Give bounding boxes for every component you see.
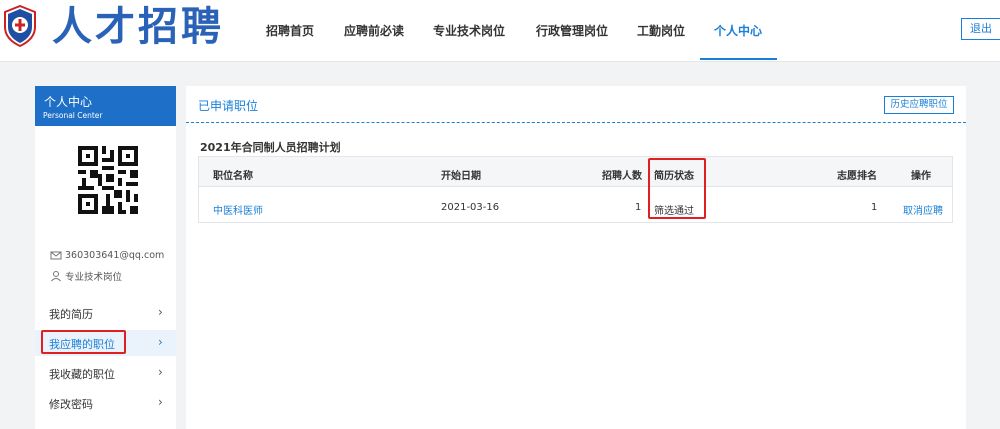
user-icon <box>51 271 61 282</box>
title-divider <box>186 122 966 123</box>
nav-professional[interactable]: 专业技术岗位 <box>433 22 505 39</box>
recruit-count: 1 <box>635 202 642 213</box>
highlight-box-menu <box>41 330 126 354</box>
applied-positions-table: 职位名称 开始日期 招聘人数 简历状态 志愿排名 操作 中医科医师 2021-0… <box>198 156 953 223</box>
qr-code-icon <box>78 146 138 214</box>
position-link[interactable]: 中医科医师 <box>213 202 263 217</box>
col-count: 招聘人数 <box>602 171 642 182</box>
user-email: 360303641@qq.com <box>65 249 165 261</box>
nav-service[interactable]: 工勤岗位 <box>637 22 685 39</box>
chevron-right-icon: › <box>158 335 163 349</box>
col-rank: 志愿排名 <box>837 171 877 182</box>
nav-active-indicator <box>700 58 777 60</box>
menu-favorite-positions[interactable]: 我收藏的职位 › <box>35 360 176 386</box>
col-action: 操作 <box>911 171 931 182</box>
user-position-type: 专业技术岗位 <box>65 272 123 283</box>
start-date: 2021-03-16 <box>441 202 500 213</box>
hospital-logo-icon <box>4 5 36 47</box>
logout-button[interactable]: 退出 <box>961 18 1000 40</box>
brand-title: 人才招聘 <box>52 4 224 50</box>
highlight-box-status <box>648 158 706 219</box>
nav-must-read[interactable]: 应聘前必读 <box>344 22 404 39</box>
plan-title: 2021年合同制人员招聘计划 <box>200 141 341 154</box>
top-header: 人才招聘 招聘首页 应聘前必读 专业技术岗位 行政管理岗位 工勤岗位 个人中心 … <box>0 0 1000 62</box>
preference-rank: 1 <box>871 202 878 213</box>
menu-label: 我收藏的职位 <box>49 368 115 381</box>
chevron-right-icon: › <box>158 365 163 379</box>
sidebar-header: 个人中心 Personal Center <box>35 86 176 126</box>
chevron-right-icon: › <box>158 395 163 409</box>
menu-label: 我的简历 <box>49 308 93 321</box>
email-line: 360303641@qq.com <box>50 249 164 261</box>
history-applications-button[interactable]: 历史应聘职位 <box>884 96 954 114</box>
table-header: 职位名称 开始日期 招聘人数 简历状态 志愿排名 操作 <box>199 157 952 187</box>
cancel-application-link[interactable]: 取消应聘 <box>903 202 943 217</box>
nav-home[interactable]: 招聘首页 <box>266 22 314 39</box>
menu-change-password[interactable]: 修改密码 › <box>35 390 176 416</box>
menu-label: 修改密码 <box>49 398 93 411</box>
position-type-line: 专业技术岗位 <box>50 269 122 283</box>
sidebar-title: 个人中心 <box>44 95 93 109</box>
nav-personal-center[interactable]: 个人中心 <box>714 22 762 39</box>
sidebar: 个人中心 Personal Center 360303641@qq.com 专业… <box>35 86 176 429</box>
main-panel: 已申请职位 历史应聘职位 2021年合同制人员招聘计划 职位名称 开始日期 招聘… <box>186 86 966 429</box>
col-start-date: 开始日期 <box>441 171 481 182</box>
chevron-right-icon: › <box>158 305 163 319</box>
col-position: 职位名称 <box>213 171 253 182</box>
page-title: 已申请职位 <box>198 99 259 113</box>
menu-my-resume[interactable]: 我的简历 › <box>35 300 176 326</box>
mail-icon <box>50 251 62 260</box>
sidebar-subtitle: Personal Center <box>43 111 103 120</box>
nav-administrative[interactable]: 行政管理岗位 <box>536 22 608 39</box>
